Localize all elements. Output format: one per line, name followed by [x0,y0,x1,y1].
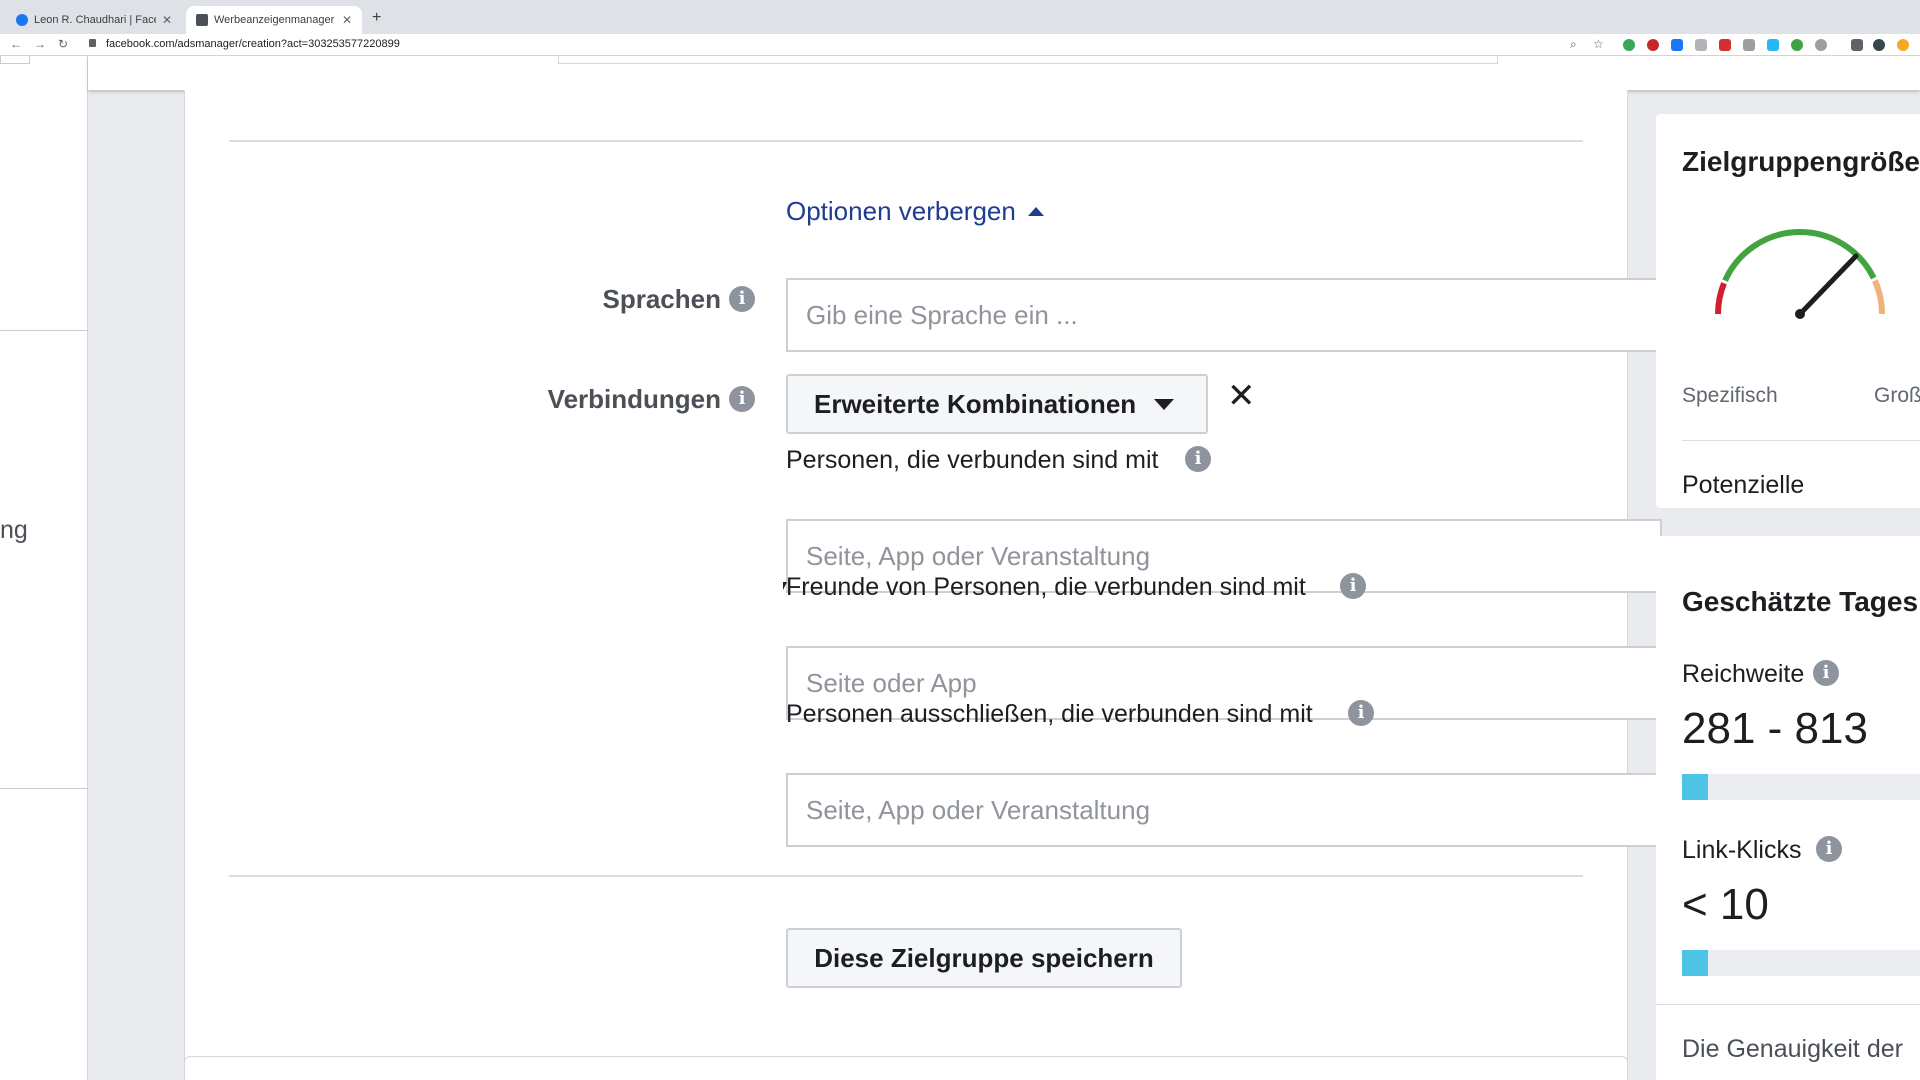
exclude-connected-input[interactable]: Seite, App oder Veranstaltung [786,773,1662,847]
header-input-edge [558,56,1498,64]
accuracy-disclaimer: Die Genauigkeit der [1656,1004,1920,1080]
caret-up-icon [1027,207,1044,216]
extension-icon[interactable] [1743,39,1755,51]
facebook-icon [16,14,28,26]
extension-icon[interactable] [1815,39,1827,51]
extension-icon[interactable] [1647,39,1659,51]
ads-manager-page: ng Optionen verbergen Sprachen i Gib ein… [0,56,1920,1080]
forward-icon[interactable]: → [34,37,46,51]
gauge-red-segment [1715,282,1727,315]
sidebar-divider [0,330,88,331]
hide-options-toggle[interactable]: Optionen verbergen [786,196,1044,227]
extension-icon[interactable] [1623,39,1635,51]
gauge-orange-segment [1872,279,1886,315]
info-icon[interactable]: i [729,386,755,412]
browser-tab-bar: Leon R. Chaudhari | Facebook ✕ Werbeanze… [0,0,1920,34]
tab-ads-manager[interactable]: Werbeanzeigenmanager - Cre ✕ [186,6,362,34]
divider [229,140,1583,142]
link-clicks-value: < 10 [1682,880,1769,929]
left-sidebar: ng [0,56,88,1080]
link-clicks-bar-fill [1682,950,1708,976]
extension-icon[interactable] [1695,39,1707,51]
info-icon[interactable]: i [1185,446,1211,472]
daily-results-title: Geschätzte Tages [1682,586,1919,617]
sidebar-divider [0,788,88,789]
caret-down-icon [1154,398,1175,410]
reach-bar [1682,774,1920,800]
toggle-label: Optionen verbergen [786,196,1016,226]
gauge-needle-base [1795,309,1805,319]
link-clicks-bar [1682,950,1920,976]
reach-metric-label: Reichweite [1682,660,1805,688]
gauge-broad-label: Groß [1874,384,1920,407]
gauge-green-segment [1722,229,1877,282]
connected-people-label: Personen, die verbunden sind mit [786,446,1159,474]
extension-icon[interactable] [1791,39,1803,51]
close-tab-icon[interactable]: ✕ [342,13,352,27]
url-field[interactable]: facebook.com/adsmanager/creation?act=303… [90,38,400,50]
audience-size-title: Zielgruppengröße [1682,146,1920,177]
extension-icon[interactable] [1767,39,1779,51]
address-bar: ← → ↻ facebook.com/adsmanager/creation?a… [0,34,1920,56]
reload-icon[interactable]: ↻ [58,37,68,51]
new-tab-icon[interactable]: + [372,9,381,27]
languages-label: Sprachen [602,284,722,314]
connections-type-dropdown[interactable]: Erweiterte Kombinationen [786,374,1208,434]
header-strip [88,56,1920,90]
close-icon[interactable]: ✕ [1227,379,1256,413]
save-audience-button[interactable]: Diese Zielgruppe speichern [786,928,1182,988]
info-icon[interactable]: i [1816,836,1842,862]
tab-title: Werbeanzeigenmanager - Cre [214,14,336,26]
link-clicks-label: Link-Klicks [1682,836,1802,864]
connections-label: Verbindungen [547,384,721,414]
friends-of-connected-label: Freunde von Personen, die verbunden sind… [786,573,1306,601]
extension-icon[interactable] [1897,39,1909,51]
playlist-icon[interactable] [1851,39,1863,51]
reach-bar-fill [1682,774,1708,800]
extension-icon[interactable] [1671,39,1683,51]
audience-size-panel: Zielgruppengröße Spezifisch Groß Potenzi… [1656,114,1920,508]
back-icon[interactable]: ← [10,37,22,51]
sidebar-box [0,56,30,64]
zoom-icon[interactable]: ⌕ [1570,37,1577,52]
close-tab-icon[interactable]: ✕ [162,13,172,27]
next-card [184,1056,1628,1080]
languages-input[interactable]: Gib eine Sprache ein ... [786,278,1770,352]
info-icon[interactable]: i [1813,660,1839,686]
info-icon[interactable]: i [729,286,755,312]
divider [1682,440,1920,441]
info-icon[interactable]: i [1340,573,1366,599]
info-icon[interactable]: i [1348,700,1374,726]
gauge-specific-label: Spezifisch [1682,384,1778,407]
reach-value: 281 - 813 [1682,704,1868,753]
extension-icon[interactable] [1719,39,1731,51]
sidebar-text-fragment: ng [0,516,28,544]
audience-gauge [1715,229,1886,319]
disclaimer-text: Die Genauigkeit der [1682,1035,1903,1063]
url-text: facebook.com/adsmanager/creation?act=303… [106,38,400,50]
exclude-connected-label: Personen ausschließen, die verbunden sin… [786,700,1313,728]
ads-manager-icon [196,14,208,26]
bookmark-star-icon[interactable]: ☆ [1593,37,1604,51]
divider [229,875,1583,877]
dropdown-label: Erweiterte Kombinationen [814,388,1137,419]
tab-title: Leon R. Chaudhari | Facebook [34,14,156,26]
detailed-targeting-card: Optionen verbergen Sprachen i Gib eine S… [184,90,1770,1080]
estimated-daily-results-panel: Geschätzte Tages Reichweite i 281 - 813 … [1656,536,1920,1006]
potential-reach-label: Potenzielle Reichweite: [1682,471,1811,508]
gauge-needle [1797,253,1859,317]
avatar[interactable] [1873,39,1885,51]
tab-facebook-profile[interactable]: Leon R. Chaudhari | Facebook ✕ [6,6,182,34]
mouse-cursor [783,582,787,590]
